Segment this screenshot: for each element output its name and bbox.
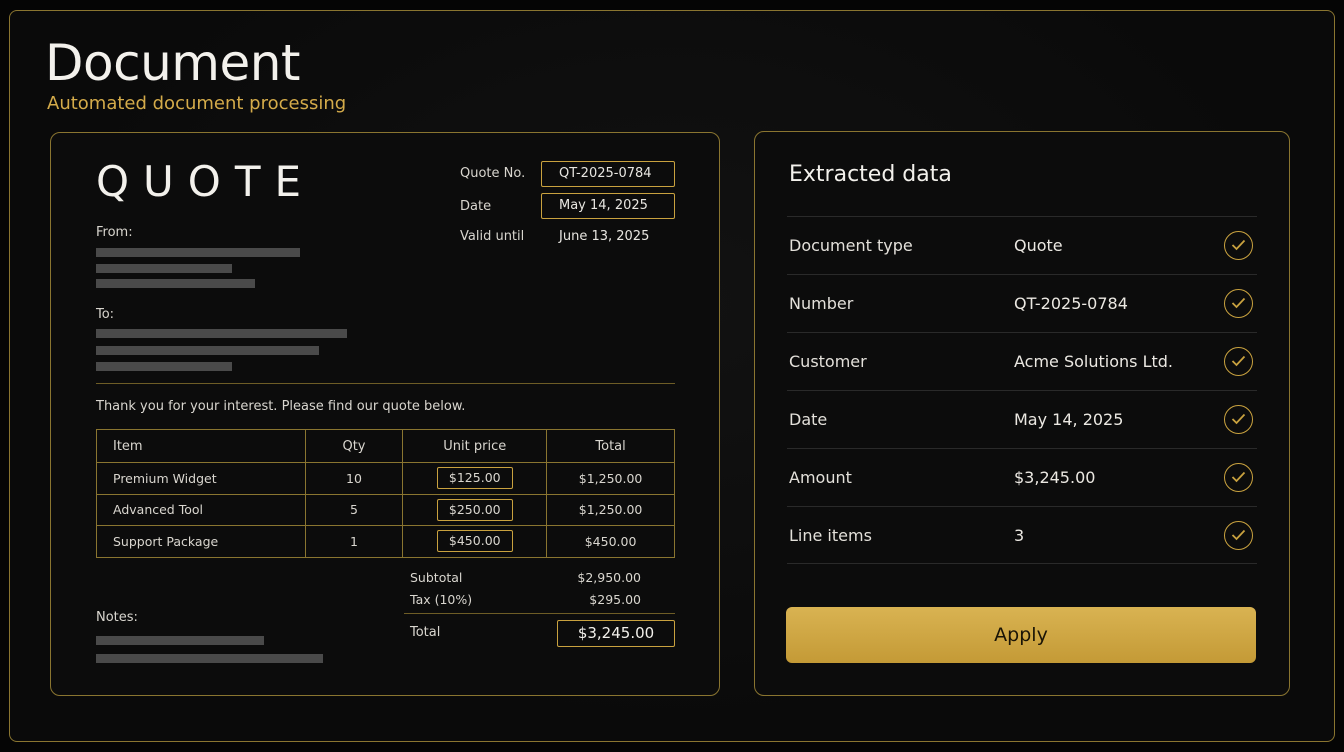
field-row-document-type: Document type Quote [787,216,1257,274]
from-label: From: [96,225,133,240]
cell-item: Premium Widget [96,462,306,495]
col-header-total: Total [546,429,675,463]
field-value: $3,245.00 [1014,468,1096,487]
apply-button[interactable]: Apply [786,607,1256,663]
cell-unit-price[interactable]: $450.00 [436,530,513,553]
redacted-line [96,329,347,338]
date-label: Date [460,199,492,214]
cell-unit-price[interactable]: $125.00 [436,467,513,490]
redacted-line [96,346,319,355]
cell-item: Advanced Tool [96,493,306,526]
field-value: 3 [1014,526,1025,545]
notes-label: Notes: [96,610,138,625]
field-value: May 14, 2025 [1014,410,1124,429]
summary-divider [404,613,675,614]
field-label: Date [789,410,828,429]
date-field[interactable]: May 14, 2025 [541,193,675,219]
col-header-item: Item [96,429,306,463]
cell-qty: 5 [304,493,404,526]
field-value: Quote [1014,236,1063,255]
subtotal-value: $2,950.00 [577,570,641,585]
total-label: Total [410,625,441,640]
cell-total: $450.00 [546,525,675,558]
check-circle-icon [1224,347,1253,376]
cell-total: $1,250.00 [546,493,675,526]
line-items-table: Item Qty Unit price Total Premium Widget… [96,429,675,558]
redacted-line [96,264,232,273]
field-row-number: Number QT-2025-0784 [787,274,1257,332]
field-label: Number [789,294,854,313]
cell-qty: 1 [304,525,404,558]
quote-number-field[interactable]: QT-2025-0784 [541,161,675,187]
redacted-line [96,362,232,371]
check-circle-icon [1224,289,1253,318]
cell-total: $1,250.00 [546,462,675,495]
valid-until-value: June 13, 2025 [559,229,650,244]
cell-qty: 10 [304,462,404,495]
table-row: Support Package 1 $450.00 $450.00 [96,525,675,558]
quote-number-label: Quote No. [460,166,526,181]
tax-label: Tax (10%) [410,592,473,607]
field-row-line-items: Line items 3 [787,506,1257,564]
document-heading: QUOTE [96,157,316,206]
app-title: Document [45,34,301,92]
cell-unit-price[interactable]: $250.00 [436,498,513,521]
tax-value: $295.00 [589,592,641,607]
table-header-row: Item Qty Unit price Total [96,429,675,463]
check-circle-icon [1224,521,1253,550]
field-label: Amount [789,468,852,487]
field-label: Customer [789,352,867,371]
col-header-unit-price: Unit price [402,429,548,463]
check-circle-icon [1224,231,1253,260]
check-circle-icon [1224,463,1253,492]
extracted-data-panel: Extracted data Document type Quote Numbe… [754,131,1290,696]
to-label: To: [96,307,115,322]
table-row: Advanced Tool 5 $250.00 $1,250.00 [96,493,675,526]
app-subtitle: Automated document processing [47,93,347,114]
document-preview-panel: QUOTE Quote No. QT-2025-0784 Date May 14… [50,132,720,696]
field-row-customer: Customer Acme Solutions Ltd. [787,332,1257,390]
cell-item: Support Package [96,525,306,558]
valid-until-label: Valid until [460,229,525,244]
field-label: Document type [789,236,913,255]
total-field[interactable]: $3,245.00 [557,620,675,647]
subtotal-label: Subtotal [410,570,463,585]
redacted-line [96,248,300,257]
redacted-line [96,636,264,645]
field-row-amount: Amount $3,245.00 [787,448,1257,506]
field-value: Acme Solutions Ltd. [1014,352,1174,371]
redacted-line [96,654,323,663]
intro-text: Thank you for your interest. Please find… [96,399,466,414]
table-row: Premium Widget 10 $125.00 $1,250.00 [96,462,675,495]
field-value: QT-2025-0784 [1014,294,1128,313]
section-divider [96,383,675,384]
check-circle-icon [1224,405,1253,434]
col-header-qty: Qty [304,429,404,463]
redacted-line [96,279,255,288]
field-label: Line items [789,526,872,545]
extracted-data-title: Extracted data [789,162,952,187]
field-row-date: Date May 14, 2025 [787,390,1257,448]
